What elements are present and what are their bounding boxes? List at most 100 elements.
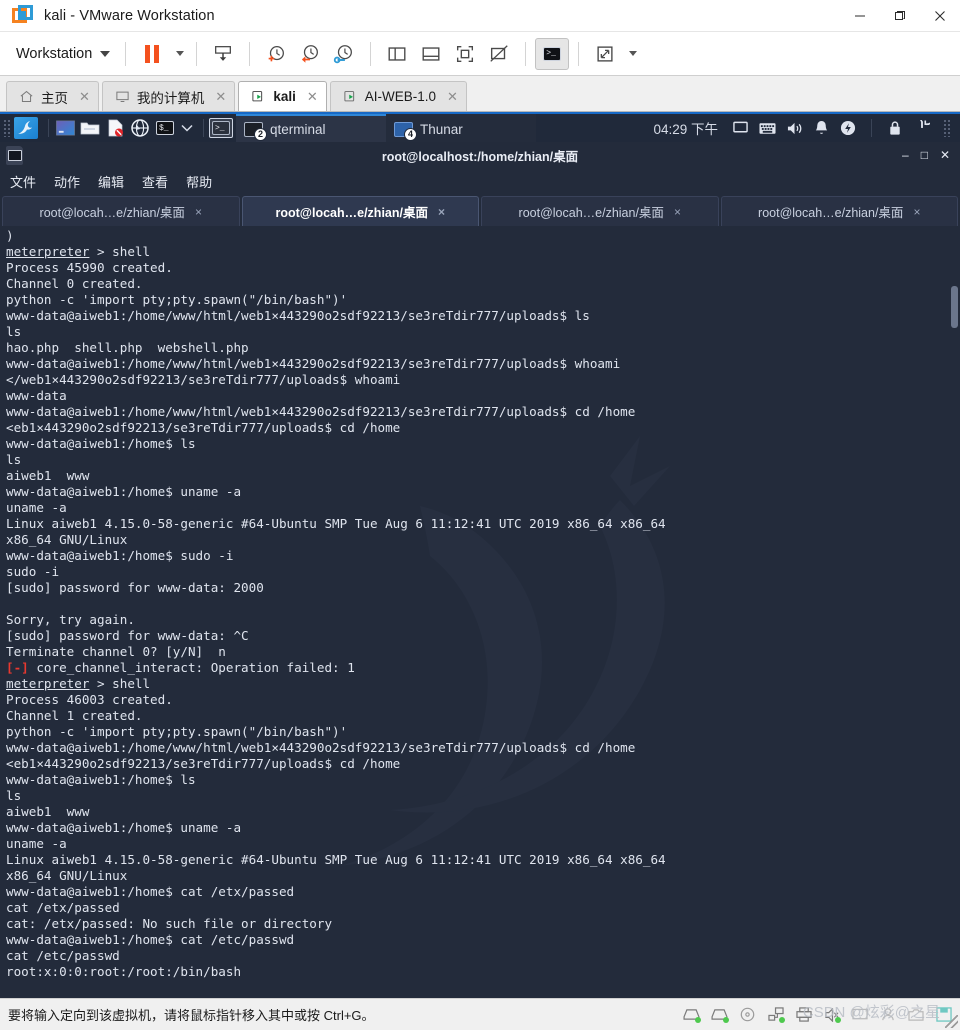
vm-tab-kali[interactable]: kali ✕ xyxy=(238,81,327,111)
console-icon: >_ xyxy=(543,46,562,61)
terminal-line: ) xyxy=(6,228,14,243)
hard-disk-device-icon[interactable] xyxy=(683,1007,701,1023)
stretch-view-button[interactable] xyxy=(588,38,622,70)
workspace-switcher-icon[interactable]: >_ xyxy=(209,118,233,138)
pause-vm-button[interactable] xyxy=(135,38,169,70)
terminal-line: python -c 'import pty;pty.spawn("/bin/ba… xyxy=(6,724,348,739)
close-icon[interactable]: × xyxy=(674,205,681,219)
console-view-button[interactable]: >_ xyxy=(535,37,570,70)
close-icon[interactable]: ✕ xyxy=(215,89,226,105)
vm-guest-screen[interactable]: $_ >_ 2 qterminal 4 Thunar 04:29 下午 root… xyxy=(0,112,960,998)
show-desktop-icon[interactable] xyxy=(54,118,76,138)
volume-tray-icon[interactable] xyxy=(785,119,803,137)
terminal-tab-1[interactable]: root@locah…e/zhian/桌面 × xyxy=(2,196,240,226)
chevron-down-icon xyxy=(629,51,638,56)
cdrom-device-icon[interactable] xyxy=(739,1007,756,1022)
terminal-output-area[interactable]: ) meterpreter > shell Process 45990 create… xyxy=(0,226,960,998)
menu-help[interactable]: 帮助 xyxy=(186,172,212,191)
terminal-line: cat /etc/passwd xyxy=(6,948,120,963)
terminal-line: ls xyxy=(6,788,22,803)
display-device-icon[interactable] xyxy=(851,1007,868,1022)
close-icon[interactable]: ✕ xyxy=(307,89,318,105)
terminal-line: cat /etx/passed xyxy=(6,900,120,915)
terminal-maximize-button[interactable]: □ xyxy=(921,148,928,162)
terminal-line: Channel 0 created. xyxy=(6,276,143,291)
terminal-window-icon: 2 xyxy=(244,121,267,141)
keyboard-tray-icon[interactable] xyxy=(758,119,776,137)
close-icon[interactable]: ✕ xyxy=(79,89,90,105)
bluetooth-device-icon[interactable] xyxy=(879,1007,896,1022)
close-button[interactable] xyxy=(920,0,960,32)
network-device-icon[interactable] xyxy=(711,1007,729,1023)
display-tray-icon[interactable] xyxy=(731,119,749,137)
terminal-line: [sudo] password for www-data: 2000 xyxy=(6,580,264,595)
close-icon[interactable]: × xyxy=(913,205,920,219)
fullscreen-icon xyxy=(457,45,474,62)
logout-icon[interactable] xyxy=(913,119,931,137)
panel-grip-handle[interactable] xyxy=(3,119,11,137)
sound-device-icon[interactable] xyxy=(823,1007,841,1023)
close-icon[interactable]: × xyxy=(438,205,445,219)
vm-tab-home[interactable]: 主页 ✕ xyxy=(6,81,99,111)
power-tray-icon[interactable] xyxy=(839,119,857,137)
main-toolbar: Workstation >_ xyxy=(0,32,960,76)
terminal-line: Sorry, try again. xyxy=(6,612,135,627)
workstation-menu-button[interactable]: Workstation xyxy=(10,42,116,66)
lock-screen-icon[interactable] xyxy=(886,119,904,137)
scrollbar-thumb[interactable] xyxy=(951,286,958,328)
show-thumbnail-bar-button[interactable] xyxy=(414,38,448,70)
snapshot-manager-button[interactable] xyxy=(327,38,361,70)
file-manager-icon[interactable] xyxy=(79,118,101,138)
sidebar-layout-icon xyxy=(388,46,406,61)
terminal-close-button[interactable]: ✕ xyxy=(940,148,950,162)
tray-separator xyxy=(871,119,872,137)
terminal-tab-2[interactable]: root@locah…e/zhian/桌面 × xyxy=(241,196,479,226)
pause-dropdown-button[interactable] xyxy=(169,38,187,70)
panel-separator xyxy=(203,119,204,137)
menu-edit[interactable]: 编辑 xyxy=(98,172,124,191)
kali-dragon-menu-icon[interactable] xyxy=(14,117,38,139)
clock[interactable]: 04:29 下午 xyxy=(653,118,718,138)
terminal-tab-label: root@locah…e/zhian/桌面 xyxy=(39,206,185,220)
device-active-indicator xyxy=(779,1017,785,1023)
terminal-scrollbar[interactable] xyxy=(951,230,958,994)
revert-snapshot-button[interactable] xyxy=(293,38,327,70)
panel-grip-handle[interactable] xyxy=(943,119,951,137)
terminal-tab-3[interactable]: root@locah…e/zhian/桌面 × xyxy=(481,196,719,226)
window-resize-grip[interactable] xyxy=(945,1015,958,1028)
taskbar-item-thunar[interactable]: 4 Thunar xyxy=(386,114,536,142)
vm-tab-my-computer[interactable]: 我的计算机 ✕ xyxy=(101,81,236,111)
close-icon[interactable]: ✕ xyxy=(447,89,458,105)
chevron-down-icon[interactable] xyxy=(179,118,195,138)
show-sidebar-button[interactable] xyxy=(380,38,414,70)
text-editor-icon[interactable] xyxy=(104,118,126,138)
minimize-button[interactable] xyxy=(840,0,880,32)
pause-icon xyxy=(145,44,160,63)
maximize-button[interactable] xyxy=(880,0,920,32)
toolbar-separator xyxy=(370,41,372,66)
terminal-line: www-data@aiweb1:/home/www/html/web1×4432… xyxy=(6,308,590,323)
menu-actions[interactable]: 动作 xyxy=(54,172,80,191)
terminal-minimize-button[interactable]: – xyxy=(902,148,909,162)
fullscreen-button[interactable] xyxy=(448,38,482,70)
send-ctrl-alt-del-button[interactable] xyxy=(206,38,240,70)
unity-mode-button[interactable] xyxy=(482,38,516,70)
web-browser-icon[interactable] xyxy=(129,118,151,138)
terminal-line: www-data@aiweb1:/home/www/html/web1×4432… xyxy=(6,740,636,755)
camera-device-icon[interactable] xyxy=(907,1007,924,1022)
vm-running-icon xyxy=(344,90,354,102)
usb-device-icon[interactable] xyxy=(767,1007,785,1023)
vm-tab-ai-web[interactable]: AI-WEB-1.0 ✕ xyxy=(329,81,467,111)
close-icon[interactable]: × xyxy=(195,205,202,219)
printer-device-icon[interactable] xyxy=(795,1007,812,1022)
stretch-dropdown-button[interactable] xyxy=(622,38,640,70)
terminal-tab-4[interactable]: root@locah…e/zhian/桌面 × xyxy=(720,196,958,226)
terminal-line: cat: /etx/passed: No such file or direct… xyxy=(6,916,333,931)
taskbar-item-qterminal[interactable]: 2 qterminal xyxy=(236,114,386,142)
terminal-icon[interactable]: $_ xyxy=(154,118,176,138)
menu-file[interactable]: 文件 xyxy=(10,172,36,191)
home-icon xyxy=(20,90,33,102)
take-snapshot-button[interactable] xyxy=(259,38,293,70)
menu-view[interactable]: 查看 xyxy=(142,172,168,191)
notification-bell-icon[interactable] xyxy=(812,119,830,137)
